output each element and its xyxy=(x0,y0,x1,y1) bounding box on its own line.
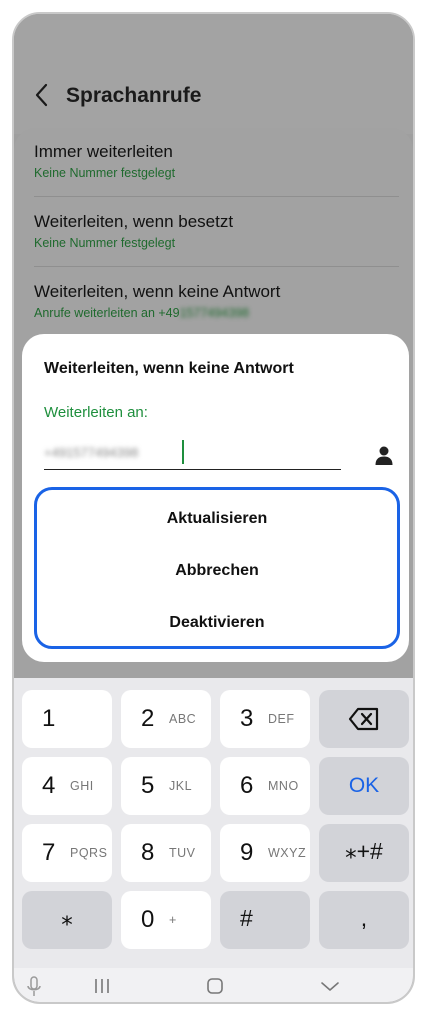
page-title: Sprachanrufe xyxy=(66,84,202,107)
divider xyxy=(34,266,399,267)
key-digit: 1 xyxy=(42,705,56,732)
phone-frame: Sprachanrufe Immer weiterleiten Keine Nu… xyxy=(12,12,415,1004)
asterisk-key[interactable]: ⁎ xyxy=(22,891,112,949)
key-5[interactable]: 5 JKL xyxy=(121,757,211,815)
key-8[interactable]: 8 TUV xyxy=(121,824,211,882)
key-digit: 3 xyxy=(240,705,254,732)
setting-subtitle: Keine Nummer festgelegt xyxy=(34,236,176,250)
key-letters: + xyxy=(169,913,177,927)
setting-subtitle-prefix: Anrufe weiterleiten an +49 xyxy=(34,306,180,320)
text-cursor xyxy=(182,440,184,464)
key-digit: 8 xyxy=(141,839,155,866)
key-letters: MNO xyxy=(268,779,299,793)
key-letters: WXYZ xyxy=(268,846,307,860)
key-3[interactable]: 3 DEF xyxy=(220,690,310,748)
home-icon[interactable] xyxy=(205,976,225,996)
phone-number-input[interactable]: +491577494398 xyxy=(44,437,341,470)
key-2[interactable]: 2 ABC xyxy=(121,690,211,748)
key-4[interactable]: 4 GHI xyxy=(22,757,112,815)
ok-key[interactable]: OK xyxy=(319,757,409,815)
dialog-title: Weiterleiten, wenn keine Antwort xyxy=(44,360,294,377)
key-7[interactable]: 7 PQRS xyxy=(22,824,112,882)
hash-label: # xyxy=(240,905,253,931)
key-digit: 7 xyxy=(42,839,56,866)
key-6[interactable]: 6 MNO xyxy=(220,757,310,815)
key-letters: ABC xyxy=(169,712,197,726)
hide-keyboard-icon[interactable] xyxy=(319,976,341,996)
key-0[interactable]: 0 + xyxy=(121,891,211,949)
app-header: Sprachanrufe xyxy=(14,14,413,134)
contact-icon[interactable] xyxy=(373,444,395,466)
blurred-number: 1577494398 xyxy=(179,306,250,320)
key-letters: DEF xyxy=(268,712,295,726)
setting-forward-busy[interactable]: Weiterleiten, wenn besetzt Keine Nummer … xyxy=(34,212,399,250)
key-9[interactable]: 9 WXYZ xyxy=(220,824,310,882)
asterisk-label: ⁎ xyxy=(61,905,73,931)
cancel-button[interactable]: Abbrechen xyxy=(37,562,397,580)
ok-label: OK xyxy=(348,774,380,797)
setting-always-forward[interactable]: Immer weiterleiten Keine Nummer festgele… xyxy=(34,142,399,180)
key-letters: TUV xyxy=(169,846,196,860)
comma-key[interactable]: , xyxy=(319,891,409,949)
setting-title: Weiterleiten, wenn besetzt xyxy=(34,212,234,231)
symbols-label: ⁎+# xyxy=(345,838,383,864)
key-letters: PQRS xyxy=(70,846,108,860)
key-1[interactable]: 1 xyxy=(22,690,112,748)
setting-title: Weiterleiten, wenn keine Antwort xyxy=(34,282,281,301)
key-digit: 9 xyxy=(240,839,254,866)
setting-subtitle: Anrufe weiterleiten an +491577494398 xyxy=(34,306,399,320)
phone-number-value: +491577494398 xyxy=(44,445,139,460)
key-digit: 0 xyxy=(141,906,155,933)
symbols-key[interactable]: ⁎+# xyxy=(319,824,409,882)
forward-to-label: Weiterleiten an: xyxy=(44,404,148,421)
back-icon[interactable] xyxy=(32,82,54,108)
key-digit: 2 xyxy=(141,705,155,732)
setting-title: Immer weiterleiten xyxy=(34,142,173,161)
key-digit: 4 xyxy=(42,772,56,799)
key-letters: GHI xyxy=(70,779,94,793)
numeric-keyboard: 1 2 ABC 3 DEF 4 GHI 5 JKL 6 MNO OK 7 PQR… xyxy=(14,678,413,968)
forward-no-answer-dialog: Weiterleiten, wenn keine Antwort Weiterl… xyxy=(22,334,409,662)
deactivate-button[interactable]: Deaktivieren xyxy=(37,614,397,632)
update-button[interactable]: Aktualisieren xyxy=(37,510,397,528)
recent-apps-icon[interactable] xyxy=(92,976,112,996)
setting-forward-no-answer[interactable]: Weiterleiten, wenn keine Antwort Anrufe … xyxy=(34,282,399,320)
key-letters: JKL xyxy=(169,779,193,793)
options-highlight: Aktualisieren Abbrechen Deaktivieren xyxy=(34,487,400,649)
key-digit: 6 xyxy=(240,772,254,799)
divider xyxy=(34,196,399,197)
backspace-key[interactable] xyxy=(319,690,409,748)
key-digit: 5 xyxy=(141,772,155,799)
navigation-bar xyxy=(14,968,413,1002)
setting-subtitle: Keine Nummer festgelegt xyxy=(34,166,176,180)
microphone-icon[interactable] xyxy=(26,976,42,998)
backspace-icon xyxy=(348,707,379,731)
comma-label: , xyxy=(360,905,368,931)
hash-key[interactable]: # xyxy=(220,891,310,949)
